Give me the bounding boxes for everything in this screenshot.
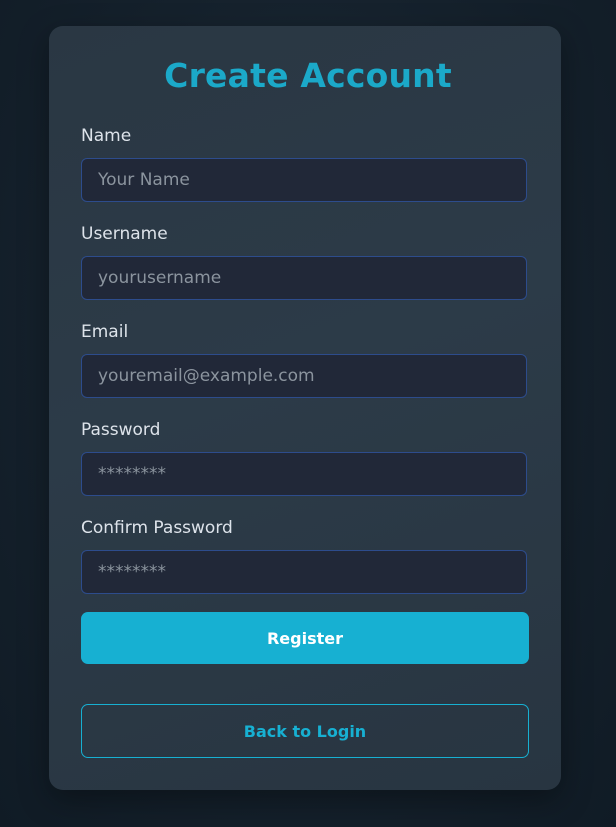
password-label: Password [81, 420, 161, 440]
name-label: Name [81, 126, 132, 146]
page-title: Create Account [164, 56, 452, 95]
email-label: Email [81, 322, 129, 342]
username-input[interactable] [81, 256, 527, 300]
register-button[interactable]: Register [81, 612, 529, 664]
back-to-login-button[interactable]: Back to Login [81, 704, 529, 758]
username-label: Username [81, 224, 168, 244]
confirm-password-input[interactable] [81, 550, 527, 594]
email-input[interactable] [81, 354, 527, 398]
name-input[interactable] [81, 158, 527, 202]
password-input[interactable] [81, 452, 527, 496]
confirm-password-label: Confirm Password [81, 518, 233, 538]
